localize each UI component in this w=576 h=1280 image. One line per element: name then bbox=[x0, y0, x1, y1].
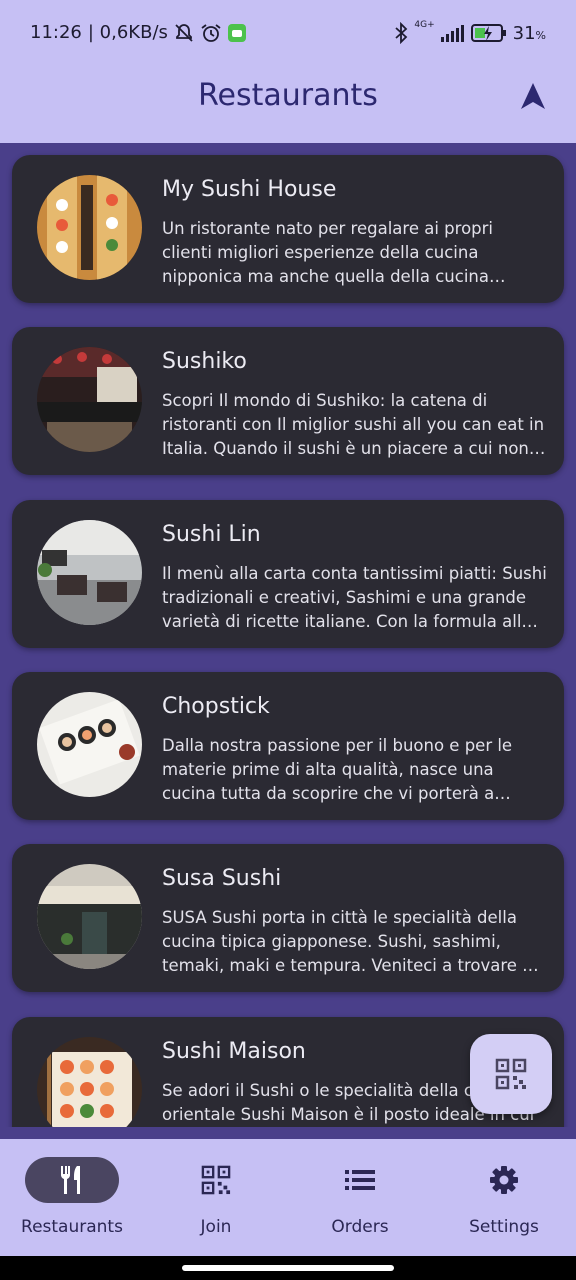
restaurant-card[interactable]: Chopstick Dalla nostra passione per il b… bbox=[12, 672, 564, 820]
restaurant-name: Sushi Maison bbox=[162, 1039, 306, 1064]
restaurant-card[interactable]: Sushi Lin Il menù alla carta conta tanti… bbox=[12, 500, 564, 648]
restaurant-name: Chopstick bbox=[162, 694, 270, 719]
restaurant-description: SUSA Sushi porta in città le specialità … bbox=[162, 908, 548, 975]
nav-icon-wrap bbox=[169, 1157, 263, 1203]
gear-icon bbox=[490, 1166, 518, 1194]
restaurant-card[interactable]: Sushiko Scopri Il mondo di Sushiko: la c… bbox=[12, 327, 564, 475]
page-title: Restaurants bbox=[198, 78, 378, 113]
android-app-icon bbox=[227, 23, 246, 42]
restaurant-name: Susa Sushi bbox=[162, 866, 282, 891]
nav-active-indicator bbox=[25, 1157, 119, 1203]
battery-charging-icon bbox=[470, 24, 506, 42]
restaurant-image bbox=[37, 1037, 142, 1127]
status-bar: 11:26 | 0,6KB/s 4G+ 31% bbox=[0, 0, 576, 64]
cell-signal-icon bbox=[440, 25, 464, 42]
restaurant-description: Il menù alla carta conta tantissimi piat… bbox=[162, 564, 547, 631]
home-gesture-handle[interactable] bbox=[182, 1265, 394, 1271]
scan-qr-fab[interactable] bbox=[470, 1034, 552, 1114]
navigation-arrow-icon[interactable] bbox=[520, 82, 546, 110]
restaurant-description: Scopri Il mondo di Sushiko: la catena di… bbox=[162, 391, 545, 458]
status-network-speed: | 0,6KB/s bbox=[87, 22, 168, 43]
signal-label: 4G+ bbox=[414, 20, 435, 30]
status-time: 11:26 bbox=[30, 22, 82, 43]
restaurant-name: My Sushi House bbox=[162, 177, 337, 202]
nav-item-restaurants[interactable]: Restaurants bbox=[0, 1139, 144, 1256]
status-right: 4G+ 31% bbox=[394, 20, 546, 44]
restaurant-description: Un ristorante nato per regalare ai propr… bbox=[162, 219, 493, 286]
gesture-bar-area bbox=[0, 1256, 576, 1280]
list-icon bbox=[345, 1170, 375, 1190]
restaurant-name: Sushiko bbox=[162, 349, 247, 374]
restaurant-card[interactable]: My Sushi House Un ristorante nato per re… bbox=[12, 155, 564, 303]
battery-percent: 31% bbox=[512, 22, 546, 44]
bottom-navigation: Restaurants Join Orders Settings bbox=[0, 1139, 576, 1256]
nav-label: Orders bbox=[331, 1217, 389, 1237]
restaurant-image bbox=[37, 864, 142, 969]
nav-icon-wrap bbox=[313, 1157, 407, 1203]
restaurant-description: Dalla nostra passione per il buono e per… bbox=[162, 736, 513, 803]
nav-label: Join bbox=[200, 1217, 232, 1237]
nav-label: Settings bbox=[469, 1217, 539, 1237]
restaurant-image bbox=[37, 520, 142, 625]
status-left: 11:26 | 0,6KB/s bbox=[30, 22, 246, 43]
restaurant-card[interactable]: Susa Sushi SUSA Sushi porta in città le … bbox=[12, 844, 564, 992]
nav-label: Restaurants bbox=[21, 1217, 123, 1237]
nav-item-join[interactable]: Join bbox=[144, 1139, 288, 1256]
bluetooth-icon bbox=[395, 22, 408, 44]
qr-code-icon bbox=[495, 1058, 527, 1090]
restaurant-list[interactable]: My Sushi House Un ristorante nato per re… bbox=[0, 143, 576, 1127]
mute-bell-icon bbox=[175, 23, 193, 42]
restaurant-image bbox=[37, 347, 142, 452]
top-app-bar: 11:26 | 0,6KB/s 4G+ 31% Restaurants bbox=[0, 0, 576, 143]
nav-item-orders[interactable]: Orders bbox=[288, 1139, 432, 1256]
restaurant-image bbox=[37, 175, 142, 280]
restaurant-image bbox=[37, 692, 142, 797]
alarm-clock-icon bbox=[201, 23, 221, 42]
fork-knife-icon bbox=[61, 1166, 80, 1194]
nav-item-settings[interactable]: Settings bbox=[432, 1139, 576, 1256]
qr-code-icon bbox=[201, 1165, 231, 1195]
nav-icon-wrap bbox=[457, 1157, 551, 1203]
restaurant-name: Sushi Lin bbox=[162, 522, 261, 547]
